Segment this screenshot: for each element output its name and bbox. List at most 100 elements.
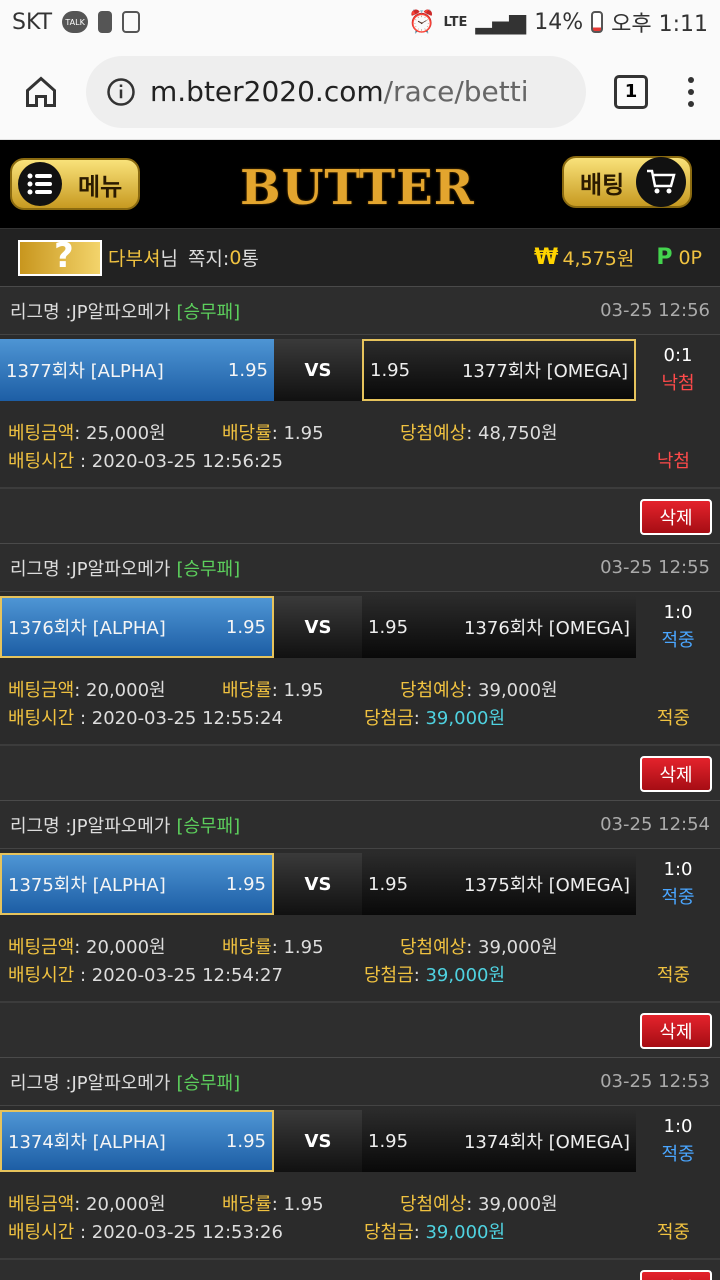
league-name: JP알파오메가 — [71, 558, 171, 580]
home-icon[interactable] — [14, 65, 68, 119]
home-odds: 1.95 — [225, 1130, 266, 1152]
user-info-bar: 다부셔님 쪽지:0통 ₩ 4,575원 P 0P — [0, 228, 720, 286]
betting-cart-button[interactable]: 배팅 — [562, 156, 692, 208]
match-result: 1:0 적중 — [636, 856, 720, 912]
match-result: 1:0 적중 — [636, 1113, 720, 1169]
home-team-name: 1375회차 [ALPHA] — [8, 875, 166, 896]
match-date: 03-25 12:53 — [600, 1071, 710, 1092]
away-odds: 1.95 — [368, 616, 409, 638]
menu-button[interactable]: 메뉴 — [10, 158, 140, 210]
home-odds: 1.95 — [225, 873, 266, 895]
note-count[interactable]: 0 — [229, 247, 241, 269]
away-team-name: 1374회차 [OMEGA] — [463, 1132, 630, 1153]
away-odds: 1.95 — [370, 359, 411, 381]
android-status-bar: SKT TALK ⏰ LTE ▂▄▆ 14% 오후 1:11 — [0, 0, 720, 44]
league-prefix: 리그명 : — [10, 815, 72, 837]
result-status: 적중 — [661, 1144, 695, 1165]
screenshot-icon — [122, 11, 141, 33]
bet-type: [승무패] — [176, 558, 241, 580]
result-status: 적중 — [661, 630, 695, 651]
league-prefix: 리그명 : — [10, 301, 72, 323]
away-odds: 1.95 — [368, 1130, 409, 1152]
league-row: 리그명 : JP알파오메가 [승무패] 03-25 12:55 — [0, 544, 720, 592]
win-amount-label: 당첨금 — [364, 708, 414, 729]
bet-amount-label: 베팅금액 — [8, 1194, 75, 1215]
money-display: ₩ 4,575원 — [534, 244, 634, 271]
username[interactable]: 다부셔 — [108, 244, 160, 271]
bet-status: 적중 — [656, 965, 690, 986]
delete-button[interactable]: 삭제 — [640, 1013, 712, 1049]
overflow-menu-icon[interactable] — [676, 76, 706, 107]
list-icon — [18, 162, 62, 206]
win-amount-field: 당첨금: 39,000원 — [364, 704, 505, 730]
bet-time-value: : 2020-03-25 12:54:27 — [74, 965, 283, 986]
home-team-option[interactable]: 1377회차 [ALPHA] 1.95 — [0, 339, 274, 401]
away-team-name: 1377회차 [OMEGA] — [461, 361, 628, 382]
delete-row: 삭제 — [0, 487, 720, 543]
note-label[interactable]: 쪽지: — [188, 244, 229, 271]
honorific: 님 — [160, 248, 178, 270]
match-date: 03-25 12:55 — [600, 557, 710, 578]
bet-amount-value: : 20,000원 — [74, 680, 166, 701]
expected-win-field: 당첨예상: 39,000원 — [400, 1190, 558, 1216]
network-type: LTE — [443, 14, 468, 30]
money-value: 4,575원 — [562, 248, 635, 270]
win-amount-value: 39,000원 — [425, 1222, 506, 1243]
points-display: P 0P — [656, 245, 702, 270]
score: 1:0 — [663, 859, 693, 880]
delete-button[interactable]: 삭제 — [640, 499, 712, 535]
delete-button[interactable]: 삭제 — [640, 756, 712, 792]
home-team-option[interactable]: 1374회차 [ALPHA] 1.95 — [0, 1110, 274, 1172]
home-team-option[interactable]: 1376회차 [ALPHA] 1.95 — [0, 596, 274, 658]
site-logo[interactable]: BUTTER — [240, 160, 475, 216]
league-prefix: 리그명 : — [10, 558, 72, 580]
odds-value: : 1.95 — [271, 423, 324, 444]
away-team-option[interactable]: 1.95 1374회차 [OMEGA] — [362, 1110, 636, 1172]
win-amount-colon: : — [413, 708, 426, 729]
win-amount-value: 39,000원 — [425, 708, 506, 729]
bet-card: 리그명 : JP알파오메가 [승무패] 03-25 12:54 1375회차 [… — [0, 800, 720, 1057]
url-bar[interactable]: m.bter2020.com/race/betti — [86, 55, 586, 128]
browser-toolbar: m.bter2020.com/race/betti 1 — [0, 44, 720, 140]
alarm-icon: ⏰ — [408, 9, 436, 35]
win-amount-label: 당첨금 — [364, 965, 414, 986]
bet-amount-label: 베팅금액 — [8, 423, 75, 444]
vs-label: VS — [274, 853, 362, 915]
league-row: 리그명 : JP알파오메가 [승무패] 03-25 12:56 — [0, 287, 720, 335]
bet-details: 베팅금액: 20,000원 배당률: 1.95 당첨예상: 39,000원 배팅… — [0, 919, 720, 1001]
away-team-option[interactable]: 1.95 1375회차 [OMEGA] — [362, 853, 636, 915]
tab-switcher-button[interactable]: 1 — [614, 74, 648, 109]
home-team-option[interactable]: 1375회차 [ALPHA] 1.95 — [0, 853, 274, 915]
url-path: /race/betti — [383, 75, 529, 108]
info-icon[interactable] — [106, 77, 136, 107]
away-team-option[interactable]: 1.95 1376회차 [OMEGA] — [362, 596, 636, 658]
home-team-name: 1377회차 [ALPHA] — [6, 361, 164, 382]
odds-label: 배당률 — [222, 423, 272, 444]
bet-amount-field: 베팅금액: 20,000원 — [8, 933, 166, 959]
match-result: 1:0 적중 — [636, 599, 720, 655]
bet-amount-field: 베팅금액: 20,000원 — [8, 676, 166, 702]
result-status: 적중 — [661, 887, 695, 908]
expected-win-value: : 39,000원 — [466, 680, 558, 701]
win-amount-value: 39,000원 — [425, 965, 506, 986]
cart-icon — [636, 157, 687, 207]
bet-details: 베팅금액: 20,000원 배당률: 1.95 당첨예상: 39,000원 배팅… — [0, 662, 720, 744]
bet-type: [승무패] — [176, 301, 241, 323]
delete-button[interactable]: 삭제 — [640, 1270, 712, 1280]
win-amount-colon: : — [413, 965, 426, 986]
bet-type: [승무패] — [176, 815, 241, 837]
signal-icon: ▂▄▆ — [475, 9, 527, 35]
expected-win-label: 당첨예상 — [400, 937, 467, 958]
bet-card: 리그명 : JP알파오메가 [승무패] 03-25 12:56 1377회차 [… — [0, 286, 720, 543]
note-unit: 통 — [241, 248, 259, 270]
bet-time-label: 배팅시간 — [8, 708, 75, 729]
away-team-name: 1376회차 [OMEGA] — [463, 618, 630, 639]
clock: 오후 1:11 — [611, 12, 708, 37]
kakaotalk-icon: TALK — [62, 11, 89, 33]
league-prefix: 리그명 : — [10, 1072, 72, 1094]
bet-details: 베팅금액: 25,000원 배당률: 1.95 당첨예상: 48,750원 배팅… — [0, 405, 720, 487]
away-team-option[interactable]: 1.95 1377회차 [OMEGA] — [362, 339, 636, 401]
odds-field: 배당률: 1.95 — [222, 676, 324, 702]
bet-amount-value: : 25,000원 — [74, 423, 166, 444]
win-amount-field: 당첨금: 39,000원 — [364, 961, 505, 987]
